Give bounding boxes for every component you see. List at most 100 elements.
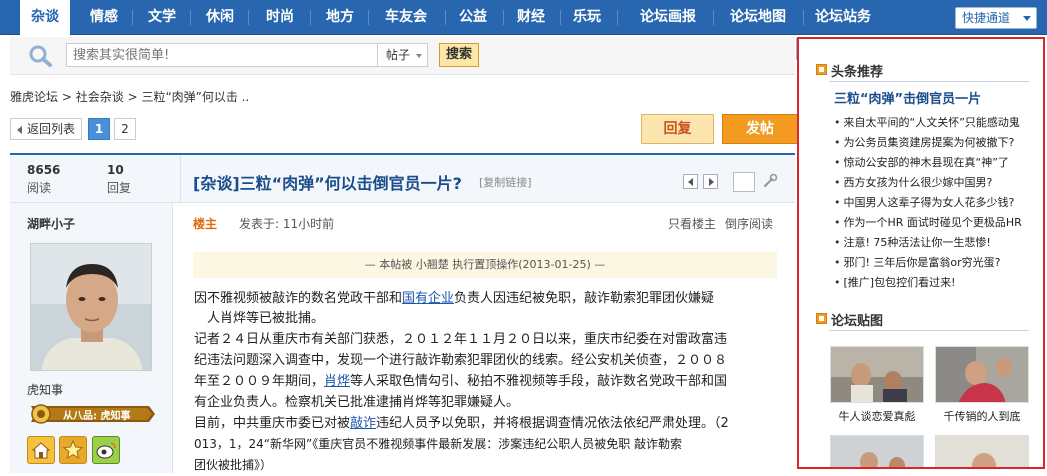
news-item[interactable]: 注意! 75种活法让你一生悲惨! <box>834 234 991 250</box>
post-text: 人肖烨等已被批捕。 <box>207 311 325 326</box>
reply-button[interactable]: 回复 <box>641 114 714 144</box>
post-paragraph: 年至２００９年期间，肖烨等人采取色情勾引、秘拍不雅视频等手段，敲诈数名党政干部和… <box>194 371 778 392</box>
section-marker-icon <box>816 64 827 75</box>
page-button-1[interactable]: 1 <box>88 118 110 140</box>
chevron-down-icon <box>416 54 422 58</box>
prev-thread-button[interactable] <box>683 174 698 189</box>
replies-stat: 10 回复 <box>107 163 131 196</box>
post-paragraph: 有企业负责人。检察机关已批准逮捕肖烨等犯罪嫌疑人。 <box>194 392 778 413</box>
section-title: 头条推荐 <box>831 65 884 80</box>
divider <box>829 330 1029 331</box>
nav-separator <box>190 10 191 25</box>
headline-link[interactable]: 三粒“肉弹”击倒官员一片 <box>834 88 981 107</box>
photo-thumbnail[interactable] <box>935 435 1029 467</box>
news-item[interactable]: 来自太平间的“人文关怀”只能感动鬼 <box>834 114 1020 130</box>
post-text: 目前，中共重庆市委已对被 <box>194 416 351 431</box>
page-button-2[interactable]: 2 <box>114 118 136 140</box>
news-item[interactable]: 邪门! 三年后你是富翁or穷光蛋? <box>834 254 1001 270</box>
search-input[interactable] <box>66 43 378 67</box>
photo-thumbnail[interactable] <box>830 346 924 403</box>
news-item[interactable]: 作为一个HR 面试时碰见个更极品HR <box>834 214 1022 230</box>
author-panel: 湖畔小子 虎知事 从八品: 虎知事 <box>10 203 173 473</box>
nav-item-zhanwu[interactable]: 论坛站务 <box>806 0 880 35</box>
star-medal-icon[interactable] <box>59 436 87 464</box>
replies-count: 10 <box>107 163 124 177</box>
nav-item-ditu[interactable]: 论坛地图 <box>716 0 800 35</box>
nav-item-cheyouhui[interactable]: 车友会 <box>373 0 439 35</box>
post-paragraph: 人肖烨等已被批捕。 <box>194 308 778 329</box>
quick-access-label: 快捷通道 <box>962 11 1011 25</box>
views-stat: 8656 阅读 <box>27 163 60 196</box>
photo-caption[interactable]: 牛人谈恋爱真彪 <box>830 408 924 424</box>
photo-thumbnail[interactable] <box>830 435 924 467</box>
search-bar: 帖子 搜索 <box>10 37 795 75</box>
nav-separator <box>713 10 714 25</box>
copy-link-button[interactable]: [复制链接] <box>479 174 532 190</box>
floor-label: 楼主 <box>193 217 218 231</box>
breadcrumb-item[interactable]: 雅虎论坛 <box>10 90 58 104</box>
post-link[interactable]: 敲诈 <box>350 416 376 431</box>
views-count: 8656 <box>27 163 61 177</box>
divider <box>829 81 1029 82</box>
view-mode-toggle[interactable] <box>733 172 755 192</box>
weibo-medal-icon[interactable] <box>92 436 120 464</box>
only-author-link[interactable]: 只看楼主 <box>668 215 716 232</box>
post-link[interactable]: 国有企业 <box>402 291 454 306</box>
news-item[interactable]: 西方女孩为什么很少嫁中国男? <box>834 174 993 190</box>
post-text: 年至２００９年期间， <box>194 374 325 389</box>
section-title: 论坛贴图 <box>831 314 884 329</box>
news-item[interactable]: 惊动公安部的神木县现在真“神”了 <box>834 154 1009 170</box>
new-post-button[interactable]: 发帖 <box>722 114 798 144</box>
author-name[interactable]: 湖畔小子 <box>27 215 75 232</box>
thread-header: 8656 阅读 10 回复 [杂谈]三粒“肉弹”何以击倒官员一片? [复制链接] <box>10 153 795 203</box>
back-to-list-button[interactable]: 返回列表 <box>10 118 82 140</box>
wrench-icon[interactable] <box>762 173 778 189</box>
news-item[interactable]: [推广]包包控们看过来! <box>834 274 956 290</box>
reverse-order-link[interactable]: 倒序阅读 <box>725 215 773 232</box>
author-title: 虎知事 <box>27 383 64 397</box>
chevron-right-icon <box>709 178 714 186</box>
nav-item-caijing[interactable]: 财经 <box>508 0 554 35</box>
post-text: 等人采取色情勾引、秘拍不雅视频等手段，敲诈数名党政干部和国 <box>350 374 728 389</box>
news-item[interactable]: 为公务员集资建房提案为何被撤下? <box>834 134 1015 150</box>
post-link[interactable]: 肖烨 <box>324 374 350 389</box>
avatar-image <box>31 244 151 370</box>
nav-item-qinggan[interactable]: 情感 <box>80 0 128 35</box>
search-type-select[interactable]: 帖子 <box>378 43 428 67</box>
nav-item-lewan[interactable]: 乐玩 <box>564 0 610 35</box>
photo-caption[interactable]: 千传销的人到底 <box>935 408 1029 424</box>
photo-image <box>831 347 923 402</box>
nav-separator <box>132 10 133 25</box>
nav-item-shishang[interactable]: 时尚 <box>254 0 306 35</box>
avatar[interactable] <box>30 243 152 371</box>
home-medal-icon[interactable] <box>27 436 55 464</box>
post-meta: 楼主 发表于: 11小时前 <box>193 215 334 232</box>
section-header: 头条推荐 <box>816 61 884 80</box>
search-button[interactable]: 搜索 <box>439 43 479 67</box>
section-marker-icon <box>816 313 827 324</box>
pinned-notice: — 本帖被 小翘楚 执行置顶操作(2013-01-25) — <box>193 252 777 278</box>
sidebar: 头条推荐 三粒“肉弹”击倒官员一片 来自太平间的“人文关怀”只能感动鬼 为公务员… <box>797 37 1045 469</box>
post-text: 记者２４日从重庆市有关部门获悉，２０１２年１１月２０日以来，重庆市纪委在对雷政富… <box>194 332 728 347</box>
nav-item-zatan[interactable]: 杂谈 <box>20 0 70 35</box>
breadcrumb-item[interactable]: 三粒“肉弹”何以击 .. <box>141 90 249 104</box>
post-text: 负责人因违纪被免职，敲诈勒索犯罪团伙嫌疑 <box>454 291 715 306</box>
nav-item-huabao[interactable]: 论坛画报 <box>627 0 709 35</box>
breadcrumb-item[interactable]: 社会杂谈 <box>76 90 124 104</box>
next-thread-button[interactable] <box>703 174 718 189</box>
replies-label: 回复 <box>107 181 132 195</box>
photo-thumbnail[interactable] <box>935 346 1029 403</box>
nav-separator <box>368 10 369 25</box>
section-header: 论坛贴图 <box>816 310 884 329</box>
nav-item-gongyi[interactable]: 公益 <box>450 0 496 35</box>
nav-separator <box>617 10 618 25</box>
views-label: 阅读 <box>27 181 52 195</box>
breadcrumb: 雅虎论坛 > 社会杂谈 > 三粒“肉弹”何以击 .. <box>10 88 249 105</box>
post-text: 违纪人员予以免职，并将根据调查情况依法依纪严肃处理。（2 <box>376 416 729 431</box>
nav-item-wenxue[interactable]: 文学 <box>138 0 186 35</box>
nav-item-difang[interactable]: 地方 <box>315 0 365 35</box>
news-item[interactable]: 中国男人这辈子得为女人花多少钱? <box>834 194 1015 210</box>
post-paragraph: 纪违法问题深入调查中，发现一个进行敲诈勒索犯罪团伙的线索。经公安机关侦查，２００… <box>194 350 778 371</box>
nav-item-xiuxian[interactable]: 休闲 <box>196 0 244 35</box>
quick-access-dropdown[interactable]: 快捷通道 <box>955 7 1037 29</box>
